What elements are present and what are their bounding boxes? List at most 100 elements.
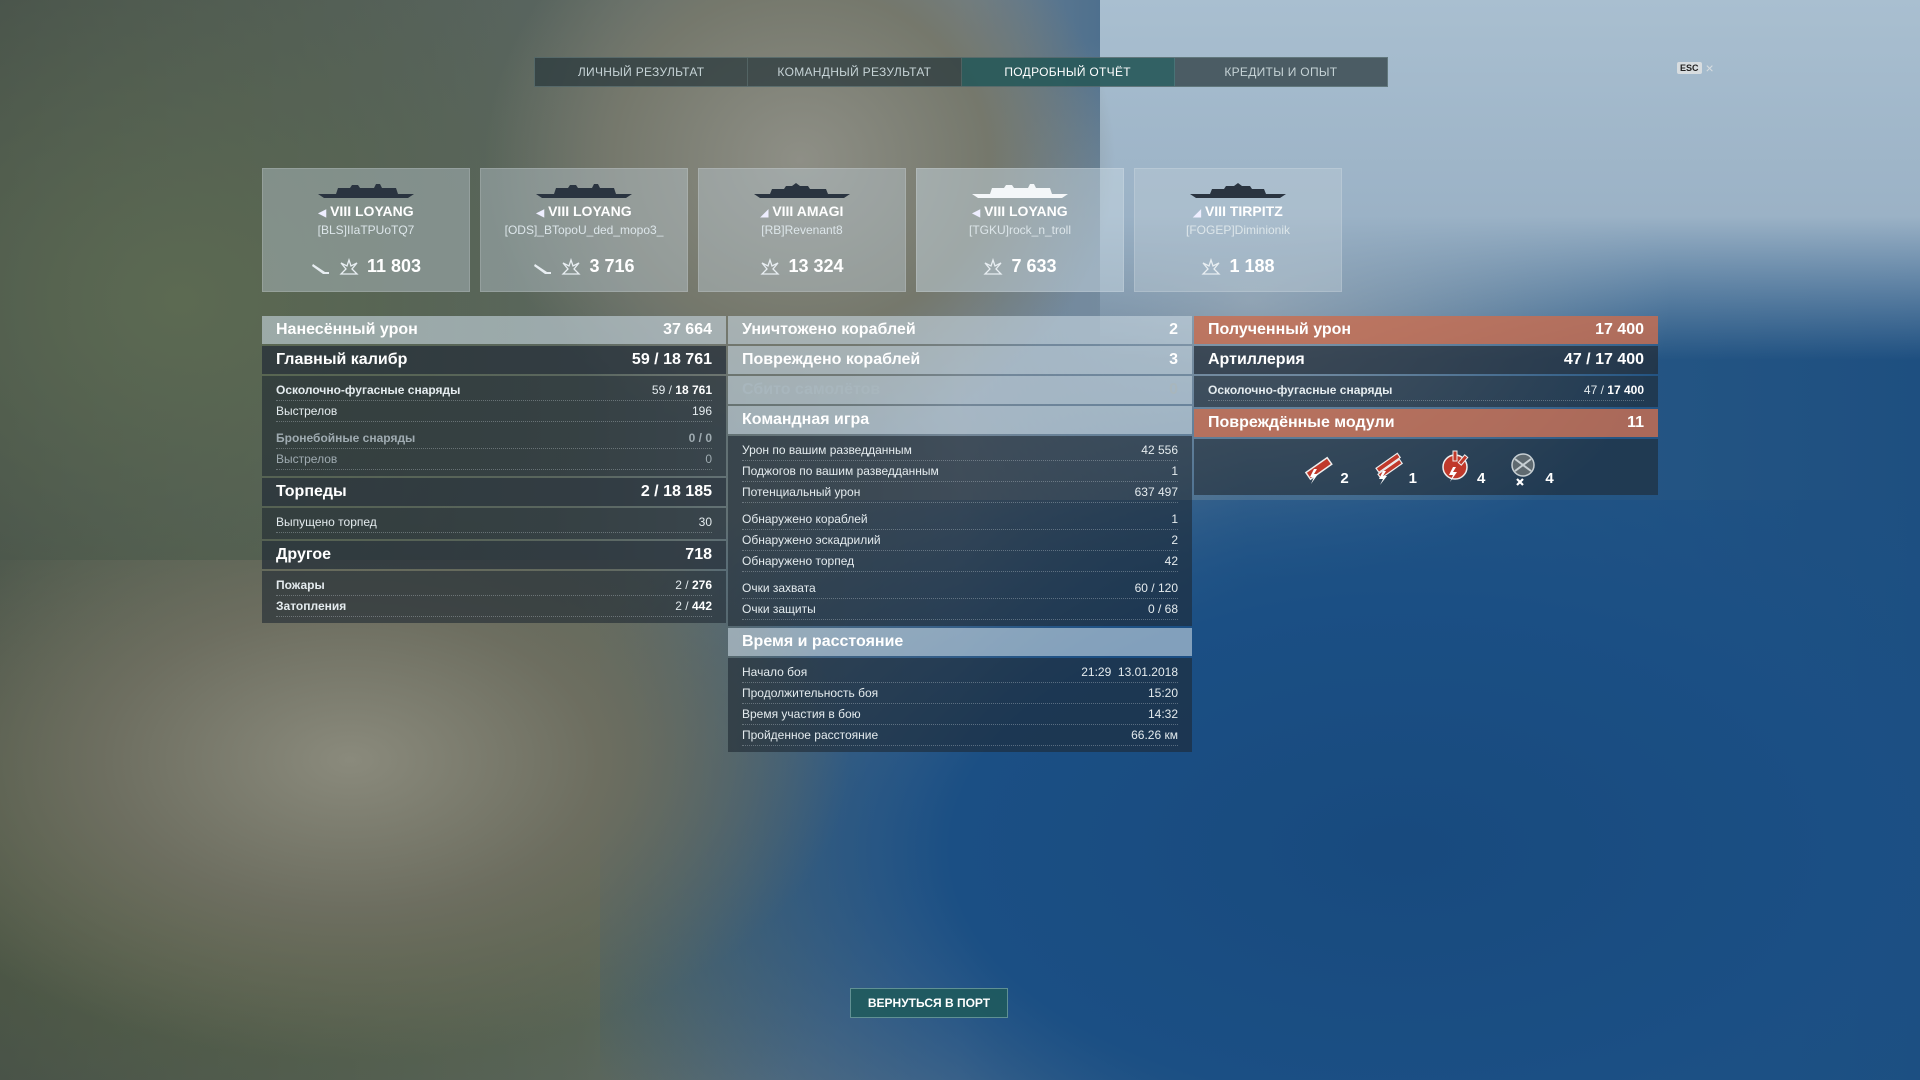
return-to-port-button[interactable]: ВЕРНУТЬСЯ В ПОРТ (850, 988, 1008, 1018)
he-shots-line: Выстрелов 196 (276, 401, 712, 422)
esc-key-label: ESC (1677, 62, 1702, 74)
team-play-title: Командная игра (742, 411, 870, 428)
received-he-line: Осколочно-фугасные снаряды 47 / 17 400 (1208, 380, 1644, 401)
destroyer-class-icon: ◀ (318, 208, 327, 219)
results-tab-bar: ЛИЧНЫЙ РЕЗУЛЬТАТ КОМАНДНЫЙ РЕЗУЛЬТАТ ПОД… (534, 57, 1388, 87)
ship-name: ◀ VIII LOYANG (480, 203, 688, 219)
received-damage-header: Полученный урон 17 400 (1194, 316, 1658, 344)
ship-silhouette-icon (262, 182, 470, 200)
tab-credits-xp[interactable]: КРЕДИТЫ И ОПЫТ (1175, 58, 1387, 86)
damaged-modules-label: Повреждённые модули (1208, 414, 1395, 431)
ap-shells-value: 0 / 0 (688, 431, 712, 445)
tab-detailed-report[interactable]: ПОДРОБНЫЙ ОТЧЁТ (961, 58, 1175, 86)
ship-silhouette-icon (916, 182, 1124, 200)
list-item: Начало боя 21:29 13.01.2018 (742, 662, 1178, 683)
he-shells-line: Осколочно-фугасные снаряды 59 / 18 761 (276, 380, 712, 401)
damaged-ships-cards: ◀ VIII LOYANG [BLS]IIaTPUoTQ7 11 803 ◀ VII… (262, 168, 1342, 292)
floods-label: Затопления (276, 599, 347, 613)
player-name: [TGKU]rock_n_troll (968, 223, 1072, 237)
secondary-battery-damaged-icon (1442, 450, 1469, 482)
other-value: 718 (685, 546, 712, 563)
received-damage-total: 17 400 (1595, 321, 1644, 338)
ship-tier: VIII (984, 203, 1006, 219)
floods-value: 2 / 442 (675, 599, 712, 613)
received-he-value: 47 / 17 400 (1583, 383, 1644, 397)
list-item: Обнаружено эскадрилий 2 (742, 530, 1178, 551)
main-battery-value: 59 / 18 761 (631, 351, 712, 368)
torpedoes-details: Выпущено торпед 30 (262, 508, 726, 539)
damaged-modules-list: 2 1 4 4 (1194, 439, 1658, 495)
ship-card[interactable]: ◀ VIII LOYANG [ODS]_BTopoU_ded_mopo3_ 3 7… (480, 168, 688, 292)
time-distance-details: Начало боя 21:29 13.01.2018 Продолжительн… (728, 658, 1192, 752)
other-details: Пожары 2 / 276 Затопления 2 / 442 (262, 571, 726, 623)
planes-shot-label: Сбито самолётов (742, 381, 881, 398)
ap-shots-value: 0 (705, 452, 712, 466)
torpedo-icon (534, 263, 552, 274)
destroyer-class-icon: ◀ (536, 208, 545, 219)
card-stats: 1 188 (1134, 256, 1342, 277)
time-distance-title: Время и расстояние (742, 633, 904, 650)
planes-shot-row: Сбито самолётов 0 (728, 376, 1192, 404)
main-battery-row: Главный калибр 59 / 18 761 (262, 346, 726, 374)
ap-shells-line: Бронебойные снаряды 0 / 0 (276, 428, 712, 449)
module-item: 4 (1435, 447, 1485, 487)
tab-personal-result[interactable]: ЛИЧНЫЙ РЕЗУЛЬТАТ (535, 58, 749, 86)
torpedoes-fired-value: 30 (698, 515, 712, 529)
damage-value: 13 324 (788, 256, 844, 276)
ship-card[interactable]: ◢ VIII TIRPITZ [FOGEP]Diminionik 1 188 (1134, 168, 1342, 292)
ship-title: AMAGI (796, 203, 844, 219)
fires-line: Пожары 2 / 276 (276, 575, 712, 596)
list-item: Поджогов по вашим разведданным 1 (742, 461, 1178, 482)
main-battery-damaged-icon (1305, 456, 1334, 484)
fires-value: 2 / 276 (675, 578, 712, 592)
esc-close-button[interactable]: ESC × (1677, 61, 1714, 75)
artillery-row: Артиллерия 47 / 17 400 (1194, 346, 1658, 374)
list-item: Продолжительность боя 15:20 (742, 683, 1178, 704)
card-stats: 7 633 (916, 256, 1124, 277)
ship-card[interactable]: ◀ VIII LOYANG [BLS]IIaTPUoTQ7 11 803 (262, 168, 470, 292)
artillery-label: Артиллерия (1208, 351, 1305, 368)
destroyer-class-icon: ◀ (972, 208, 981, 219)
main-battery-details: Осколочно-фугасные снаряды 59 / 18 761 В… (262, 376, 726, 476)
battleship-class-icon: ◢ (760, 208, 769, 219)
ship-title: LOYANG (1009, 203, 1068, 219)
battleship-class-icon: ◢ (1193, 208, 1201, 219)
damage-icon (561, 257, 582, 275)
ships-damaged-value: 3 (1169, 351, 1178, 368)
list-item: Очки защиты 0 / 68 (742, 599, 1178, 620)
ship-title: LOYANG (573, 203, 632, 219)
ap-shots-line: Выстрелов 0 (276, 449, 712, 470)
ship-card[interactable]: ◀ VIII LOYANG [TGKU]rock_n_troll 7 633 (916, 168, 1124, 292)
player-name: [FOGEP]Diminionik (1185, 223, 1291, 237)
module-item: 1 (1367, 447, 1417, 487)
damage-value: 1 188 (1229, 256, 1275, 276)
damage-icon (1201, 257, 1222, 275)
other-row: Другое 718 (262, 541, 726, 569)
ship-silhouette-icon (480, 182, 688, 200)
list-item: Пройденное расстояние 66.26 км (742, 725, 1178, 746)
player-name: [ODS]_BTopoU_ded_mopo3_ (504, 223, 664, 237)
floods-line: Затопления 2 / 442 (276, 596, 712, 617)
tab-team-result[interactable]: КОМАНДНЫЙ РЕЗУЛЬТАТ (748, 58, 962, 86)
list-item: Обнаружено кораблей 1 (742, 509, 1178, 530)
torpedoes-value: 2 / 18 185 (640, 483, 712, 500)
damage-icon (983, 257, 1004, 275)
damaged-modules-header: Повреждённые модули 11 (1194, 409, 1658, 437)
ship-tier: VIII (772, 203, 794, 219)
ship-silhouette-icon (698, 182, 906, 200)
card-stats: 3 716 (480, 256, 688, 277)
ships-destroyed-value: 2 (1169, 321, 1178, 338)
ship-tier: VIII (1204, 203, 1226, 219)
artillery-details: Осколочно-фугасные снаряды 47 / 17 400 (1194, 376, 1658, 407)
damage-icon (339, 257, 359, 275)
dealt-damage-total: 37 664 (663, 321, 712, 338)
he-shells-value: 59 / 18 761 (651, 383, 712, 397)
ship-title: TIRPITZ (1229, 203, 1283, 219)
list-item: Урон по вашим разведданным 42 556 (742, 440, 1178, 461)
ship-silhouette-icon (1134, 182, 1342, 200)
ship-card[interactable]: ◢ VIII AMAGI [RB]Revenant8 13 324 (698, 168, 906, 292)
list-item: Время участия в бою 14:32 (742, 704, 1178, 725)
team-play-details: Урон по вашим разведданным 42 556 Поджого… (728, 436, 1192, 626)
ship-tier: VIII (548, 203, 570, 219)
ship-name: ◀ VIII LOYANG (262, 203, 470, 219)
